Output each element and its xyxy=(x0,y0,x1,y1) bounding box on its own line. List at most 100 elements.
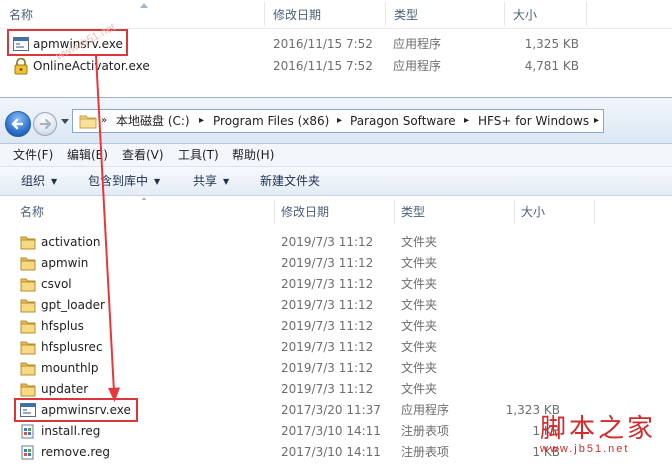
breadcrumb-separator[interactable]: ▸ xyxy=(594,110,599,132)
menu-view[interactable]: 查看(V) xyxy=(122,144,164,166)
item-type: 文件夹 xyxy=(401,361,438,375)
command-bar: 组织 ▼ 包含到库中 ▼ 共享 ▼ 新建文件夹 xyxy=(0,167,672,196)
item-date: 2019/7/3 11:12 xyxy=(281,340,374,354)
breadcrumb-paragon[interactable]: Paragon Software xyxy=(350,110,456,132)
breadcrumb-separator[interactable]: ▸ xyxy=(337,110,342,132)
breadcrumb-separator[interactable]: ▸ xyxy=(199,110,204,132)
address-bar[interactable]: » 本地磁盘 (C:) ▸ Program Files (x86) ▸ Para… xyxy=(72,109,604,133)
chevron-down-icon: ▼ xyxy=(154,177,161,186)
lock-exe-icon xyxy=(14,58,28,75)
top-col-name[interactable]: 名称 xyxy=(0,0,262,28)
item-name: hfsplus xyxy=(41,319,84,333)
top-col-date[interactable]: 修改日期 xyxy=(264,0,384,28)
breadcrumb-hfs[interactable]: HFS+ for Windows xyxy=(478,110,589,132)
navigation-bar: » 本地磁盘 (C:) ▸ Program Files (x86) ▸ Para… xyxy=(0,98,672,144)
item-type: 文件夹 xyxy=(401,319,438,333)
list-item[interactable]: hfsplus 2019/7/3 11:12 文件夹 xyxy=(0,316,672,337)
chevron-down-icon: ▼ xyxy=(223,177,230,186)
menu-tools[interactable]: 工具(T) xyxy=(178,144,219,166)
recent-pages-dropdown[interactable] xyxy=(60,115,70,129)
share-button[interactable]: 共享 ▼ xyxy=(193,167,229,195)
col-size[interactable]: 大小 xyxy=(521,200,545,224)
folder-icon xyxy=(20,383,36,397)
menu-help[interactable]: 帮助(H) xyxy=(232,144,274,166)
registry-icon xyxy=(21,445,34,460)
col-date[interactable]: 修改日期 xyxy=(281,200,329,224)
item-type: 文件夹 xyxy=(401,298,438,312)
breadcrumb-separator[interactable]: ▸ xyxy=(464,110,469,132)
item-name: remove.reg xyxy=(41,445,111,459)
list-item[interactable]: activation 2019/7/3 11:12 文件夹 xyxy=(0,232,672,253)
registry-icon xyxy=(21,424,34,439)
item-type: 注册表项 xyxy=(401,445,450,459)
item-date: 2019/7/3 11:12 xyxy=(281,256,374,270)
top-file-row[interactable]: OnlineActivator.exe 2016/11/15 7:52 应用程序… xyxy=(0,56,672,77)
top-column-header: 名称 修改日期 类型 大小 xyxy=(0,0,672,29)
item-date: 2017/3/20 11:37 xyxy=(281,403,381,417)
col-type[interactable]: 类型 xyxy=(401,200,425,224)
item-date: 2019/7/3 11:12 xyxy=(281,382,374,396)
item-name: csvol xyxy=(41,277,72,291)
item-date: 2017/3/10 14:11 xyxy=(281,424,381,438)
top-file-date: 2016/11/15 7:52 xyxy=(273,59,373,73)
item-date: 2019/7/3 11:12 xyxy=(281,235,374,249)
highlight-box xyxy=(14,398,138,422)
folder-icon xyxy=(20,236,36,250)
new-folder-button[interactable]: 新建文件夹 xyxy=(260,167,320,195)
arrow-left-icon xyxy=(11,118,24,130)
site-url: www.jb51.net xyxy=(540,443,630,455)
list-item[interactable]: csvol 2019/7/3 11:12 文件夹 xyxy=(0,274,672,295)
item-date: 2019/7/3 11:12 xyxy=(281,361,374,375)
top-file-type: 应用程序 xyxy=(393,59,442,73)
sort-up-icon xyxy=(140,3,148,8)
item-name: install.reg xyxy=(41,424,101,438)
item-date: 2017/3/10 14:11 xyxy=(281,445,381,459)
chevron-down-icon: ▼ xyxy=(51,177,58,186)
item-type: 文件夹 xyxy=(401,256,438,270)
folder-icon xyxy=(20,362,36,376)
item-type: 文件夹 xyxy=(401,340,438,354)
include-library-button[interactable]: 包含到库中 ▼ xyxy=(88,167,160,195)
item-date: 2019/7/3 11:12 xyxy=(281,298,374,312)
top-file-size: 4,781 KB xyxy=(524,59,579,73)
share-label: 共享 xyxy=(193,174,218,188)
top-col-size[interactable]: 大小 xyxy=(504,0,584,28)
list-item[interactable]: apmwin 2019/7/3 11:12 文件夹 xyxy=(0,253,672,274)
item-name: activation xyxy=(41,235,101,249)
list-item[interactable]: updater 2019/7/3 11:12 文件夹 xyxy=(0,379,672,400)
list-item[interactable]: gpt_loader 2019/7/3 11:12 文件夹 xyxy=(0,295,672,316)
top-file-name: OnlineActivator.exe xyxy=(33,59,150,73)
item-date: 2019/7/3 11:12 xyxy=(281,277,374,291)
item-name: hfsplusrec xyxy=(41,340,103,354)
include-library-label: 包含到库中 xyxy=(88,174,149,188)
forward-button[interactable] xyxy=(33,112,57,136)
top-file-date: 2016/11/15 7:52 xyxy=(273,37,373,51)
organize-button[interactable]: 组织 ▼ xyxy=(21,167,57,195)
breadcrumb-separator[interactable]: » xyxy=(101,110,107,132)
organize-label: 组织 xyxy=(21,174,46,188)
menu-file[interactable]: 文件(F) xyxy=(13,144,53,166)
top-col-type[interactable]: 类型 xyxy=(385,0,503,28)
top-file-size: 1,325 KB xyxy=(524,37,579,51)
list-item[interactable]: mounthlp 2019/7/3 11:12 文件夹 xyxy=(0,358,672,379)
menu-edit[interactable]: 编辑(E) xyxy=(67,144,108,166)
breadcrumb-drive[interactable]: 本地磁盘 (C:) xyxy=(116,110,190,132)
item-name: mounthlp xyxy=(41,361,99,375)
column-header: 名称 修改日期 类型 大小 xyxy=(0,200,672,224)
item-name: apmwin xyxy=(41,256,89,270)
col-name[interactable]: 名称 xyxy=(20,200,44,224)
item-name: updater xyxy=(41,382,89,396)
folder-icon xyxy=(20,320,36,334)
breadcrumb-program-files[interactable]: Program Files (x86) xyxy=(213,110,329,132)
folder-icon xyxy=(20,278,36,292)
item-type: 文件夹 xyxy=(401,277,438,291)
folder-icon xyxy=(20,257,36,271)
folder-icon xyxy=(20,299,36,313)
item-type: 注册表项 xyxy=(401,424,450,438)
menu-bar: 文件(F) 编辑(E) 查看(V) 工具(T) 帮助(H) xyxy=(0,144,672,167)
arrow-right-icon xyxy=(39,118,52,130)
list-item[interactable]: hfsplusrec 2019/7/3 11:12 文件夹 xyxy=(0,337,672,358)
item-type: 文件夹 xyxy=(401,382,438,396)
back-button[interactable] xyxy=(5,111,31,137)
chevron-down-icon xyxy=(61,119,69,124)
